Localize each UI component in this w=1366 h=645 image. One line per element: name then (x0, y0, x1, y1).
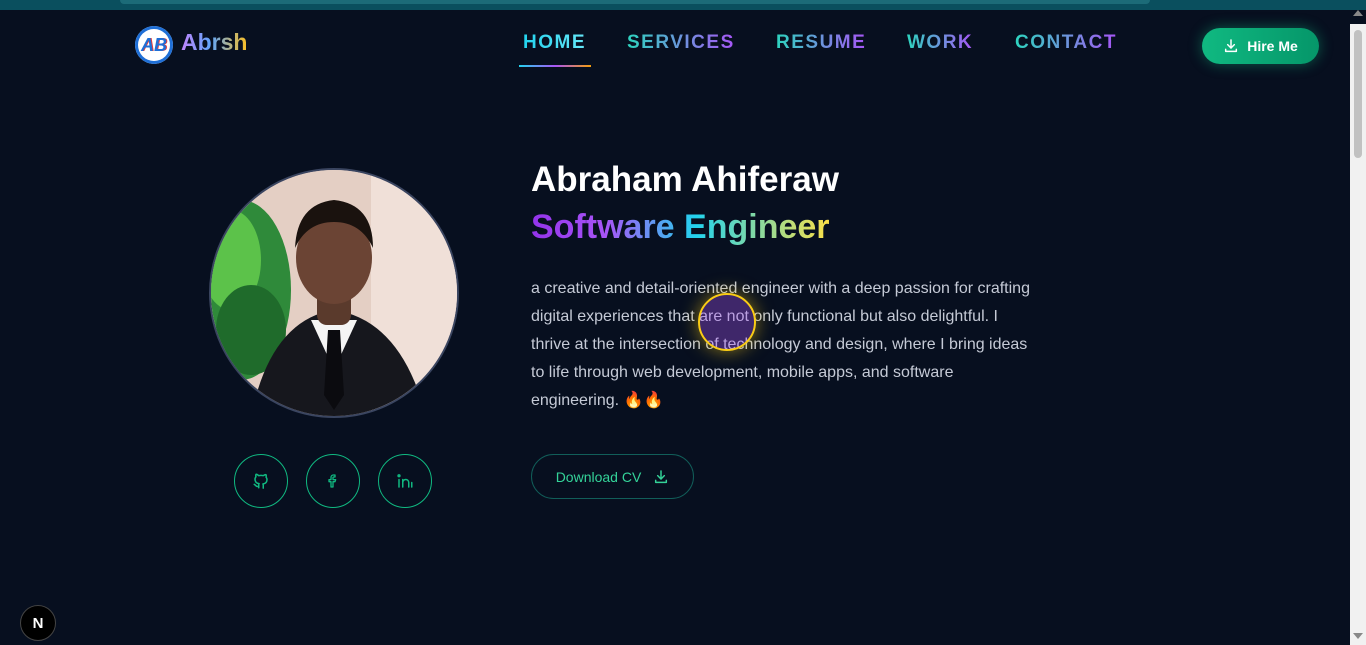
scrollbar-thumb[interactable] (1354, 30, 1362, 158)
scroll-up-arrow-icon[interactable] (1353, 10, 1363, 16)
nav-services[interactable]: SERVICES (627, 32, 735, 54)
hire-me-button[interactable]: Hire Me (1202, 28, 1319, 64)
facebook-button[interactable] (306, 454, 360, 508)
nav-home[interactable]: HOME (523, 32, 586, 54)
github-button[interactable] (234, 454, 288, 508)
nextjs-devtools-button[interactable]: N (20, 605, 56, 641)
download-cv-button[interactable]: Download CV (531, 454, 694, 499)
download-cv-label: Download CV (555, 468, 642, 485)
github-icon (253, 473, 268, 489)
facebook-icon (328, 474, 337, 488)
top-accent-bar (120, 0, 1150, 4)
download-icon (655, 469, 668, 483)
download-icon (1225, 39, 1238, 53)
logo-name: Abrsh (181, 28, 248, 55)
hire-me-label: Hire Me (1247, 38, 1298, 54)
nav-contact[interactable]: CONTACT (1015, 32, 1117, 54)
browser-top-bar (0, 0, 1366, 10)
profile-photo-illustration (211, 170, 457, 416)
scroll-down-arrow-icon[interactable] (1353, 633, 1363, 639)
nav-active-underline (519, 65, 591, 67)
logo[interactable]: AB Abrsh (135, 26, 247, 64)
hero-role: Software Engineer (531, 208, 830, 246)
linkedin-button[interactable] (378, 454, 432, 508)
cursor-highlight (698, 293, 756, 351)
scrollbar[interactable] (1350, 10, 1366, 645)
profile-photo (209, 168, 459, 418)
logo-badge-icon: AB (135, 26, 173, 64)
hero-bio: a creative and detail-oriented engineer … (531, 280, 1030, 409)
logo-badge-text: AB (141, 34, 167, 55)
hero-name: Abraham Ahiferaw (531, 160, 839, 199)
linkedin-icon (397, 474, 413, 488)
nav-resume[interactable]: RESUME (776, 32, 866, 54)
nextjs-badge-label: N (32, 614, 44, 632)
nav-work[interactable]: WORK (907, 32, 973, 54)
